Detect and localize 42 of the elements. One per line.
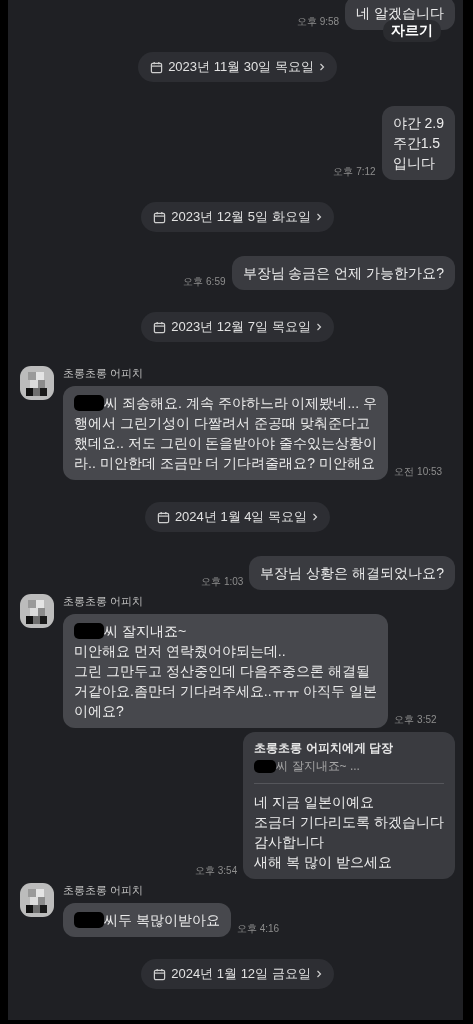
date-divider[interactable]: 2023년 12월 7일 목요일 [141,312,334,342]
avatar[interactable] [20,594,54,628]
calendar-icon [156,510,170,524]
message-text: 미안해요 먼저 연락줬어야되는데.. 그린 그만두고 정산중인데 다음주중으론 해결될 거같아요.좀만더 기다려주세요..ㅠㅠ 아직두 일본 이에요? [74,642,378,721]
calendar-icon [153,320,167,334]
message-time: 오후 3:52 [394,713,437,727]
date-divider[interactable]: 2024년 1월 12일 금요일 [141,959,334,989]
message-text: 씨 죄송해요. 계속 주야하느라 이제봤네... 우 [104,394,377,413]
date-divider[interactable]: 2023년 11월 30일 목요일 [138,52,337,82]
sender-name: 초롱초롱 어피치 [63,883,145,898]
chevron-icon [312,512,319,522]
quoted-text: 씨 잘지내죠~ ... [276,758,360,775]
message-text: 네 알겠습니다 [356,5,444,21]
message-time: 오후 4:16 [236,922,280,936]
chevron-icon [315,969,322,979]
message-time: 오후 6:59 [183,275,226,289]
message-text: 씨 잘지내죠~ [104,622,187,641]
date-divider[interactable]: 2024년 1월 4일 목요일 [144,502,331,532]
message-text: 씨두 복많이받아요 [104,911,220,930]
message-text: 네 지금 일본이예요 조금더 기다리도록 하겠습니다 감사합니다 새해 복 많이 받으세요 [254,794,444,870]
message-time: 오전 10:53 [394,465,443,479]
message-time: 오후 9:58 [296,15,340,29]
message-text: 야간 2.9 주간1.5 입니다 [392,115,444,171]
date-divider[interactable]: 2023년 12월 5일 화요일 [141,202,334,232]
sender-name: 초롱초롱 어피치 [63,366,145,381]
calendar-icon [153,210,167,224]
calendar-icon [153,967,167,981]
message-time: 오후 1:03 [201,575,244,589]
cut-label[interactable]: 자르기 [383,20,441,42]
message-text: 행에서 그린기성이 다짤려서 준공때 맞춰준다고 했데요.. 저도 그린이 돈을받아야 줄수있는상황이 라.. 미안한데 조금만 더 기다려줄래요? 미안해요 [74,414,378,473]
chevron-icon [315,212,322,222]
message-text: 부장님 상황은 해결되었나요? [260,565,444,581]
message-time: 오후 7:12 [333,165,376,179]
chevron-icon [315,322,322,332]
avatar[interactable] [20,366,54,400]
sender-name: 초롱초롱 어피치 [63,594,145,609]
calendar-icon [150,60,164,74]
chevron-icon [318,62,325,72]
message-time: 오후 3:54 [194,864,238,878]
avatar[interactable] [20,883,54,917]
reply-header: 초롱초롱 어피치에게 답장 [254,740,394,757]
message-text: 부장님 송금은 언제 가능한가요? [242,265,444,281]
